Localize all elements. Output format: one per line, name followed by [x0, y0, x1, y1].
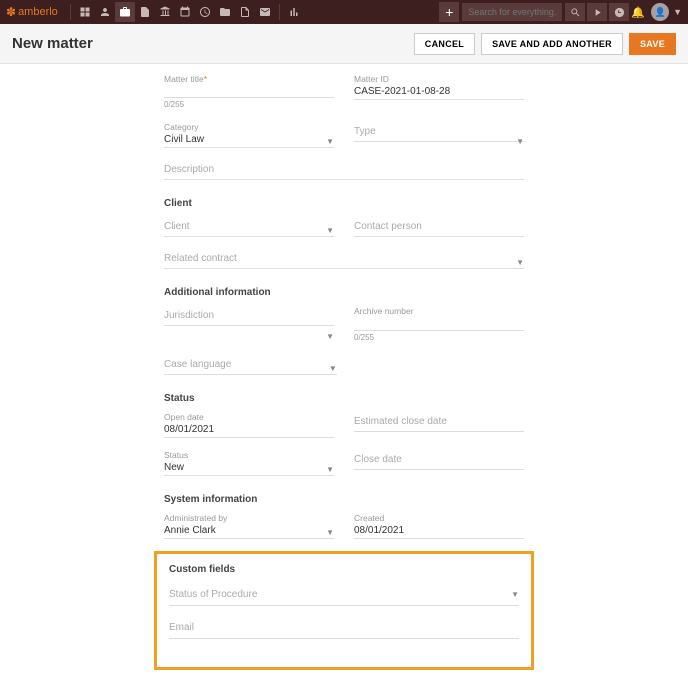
reports-icon[interactable]	[284, 2, 304, 22]
nav-icons	[75, 2, 304, 22]
top-nav: ✽ amberlo + 🔔 👤 ▼	[0, 0, 688, 24]
related-contract-field[interactable]: Related contract ▼	[164, 249, 524, 273]
category-field[interactable]: Category Civil Law ▼	[164, 122, 334, 152]
email-field[interactable]: Email	[169, 616, 519, 639]
chevron-down-icon[interactable]: ▼	[673, 7, 682, 17]
chevron-down-icon: ▼	[511, 590, 519, 599]
matters-icon[interactable]	[115, 2, 135, 22]
mail-icon[interactable]	[255, 2, 275, 22]
cancel-button[interactable]: CANCEL	[414, 33, 475, 55]
page-title: New matter	[12, 35, 93, 52]
type-field[interactable]: Type ▼	[354, 122, 524, 152]
additional-section-title: Additional information	[164, 287, 524, 298]
save-add-another-button[interactable]: SAVE AND ADD ANOTHER	[481, 33, 623, 55]
save-button[interactable]: SAVE	[629, 33, 676, 55]
jurisdiction-field[interactable]: Jurisdiction ▼	[164, 306, 334, 346]
page-header: New matter CANCEL SAVE AND ADD ANOTHER S…	[0, 24, 688, 64]
matter-title-field[interactable]: Matter title* 0/255	[164, 74, 334, 114]
status-field[interactable]: Status New ▼	[164, 450, 334, 480]
folder-icon[interactable]	[215, 2, 235, 22]
client-section-title: Client	[164, 198, 524, 209]
search-input[interactable]	[468, 7, 556, 17]
description-field[interactable]: Description	[164, 160, 524, 184]
logo-icon: ✽	[6, 5, 16, 19]
estimated-close-date-field[interactable]: Estimated close date	[354, 412, 524, 442]
documents-icon[interactable]	[135, 2, 155, 22]
archive-number-field[interactable]: Archive number 0/255	[354, 306, 524, 346]
logo[interactable]: ✽ amberlo	[6, 5, 58, 19]
invoice-icon[interactable]	[235, 2, 255, 22]
time-icon[interactable]	[195, 2, 215, 22]
search-box[interactable]	[462, 3, 562, 21]
system-section-title: System information	[164, 494, 524, 505]
case-language-field[interactable]: Case language ▼	[164, 355, 337, 379]
court-icon[interactable]	[155, 2, 175, 22]
administrated-by-field[interactable]: Administrated by Annie Clark ▼	[164, 513, 334, 543]
play-icon[interactable]	[587, 3, 607, 21]
timer-icon[interactable]	[609, 3, 629, 21]
open-date-field[interactable]: Open date 08/01/2021	[164, 412, 334, 442]
add-button[interactable]: +	[439, 2, 459, 22]
contact-person-field[interactable]: Contact person	[354, 217, 524, 241]
logo-text: amberlo	[18, 6, 58, 18]
contacts-icon[interactable]	[95, 2, 115, 22]
matter-title-counter: 0/255	[164, 100, 184, 109]
matter-id-field: Matter ID CASE-2021-01-08-28	[354, 74, 524, 114]
avatar[interactable]: 👤	[651, 3, 669, 21]
custom-fields-title: Custom fields	[169, 564, 519, 575]
search-icon[interactable]	[565, 3, 585, 21]
status-of-procedure-field[interactable]: Status of Procedure ▼	[169, 583, 519, 606]
calendar-icon[interactable]	[175, 2, 195, 22]
archive-counter: 0/255	[354, 333, 374, 342]
dashboard-icon[interactable]	[75, 2, 95, 22]
custom-fields-box: Custom fields Status of Procedure ▼ Emai…	[154, 551, 534, 670]
client-field[interactable]: Client ▼	[164, 217, 334, 241]
form-content: Matter title* 0/255 Matter ID CASE-2021-…	[0, 64, 688, 680]
created-field: Created 08/01/2021	[354, 513, 524, 543]
status-section-title: Status	[164, 393, 524, 404]
chevron-down-icon: ▼	[326, 332, 334, 341]
close-date-field[interactable]: Close date	[354, 450, 524, 480]
notifications-icon[interactable]: 🔔	[631, 6, 645, 19]
